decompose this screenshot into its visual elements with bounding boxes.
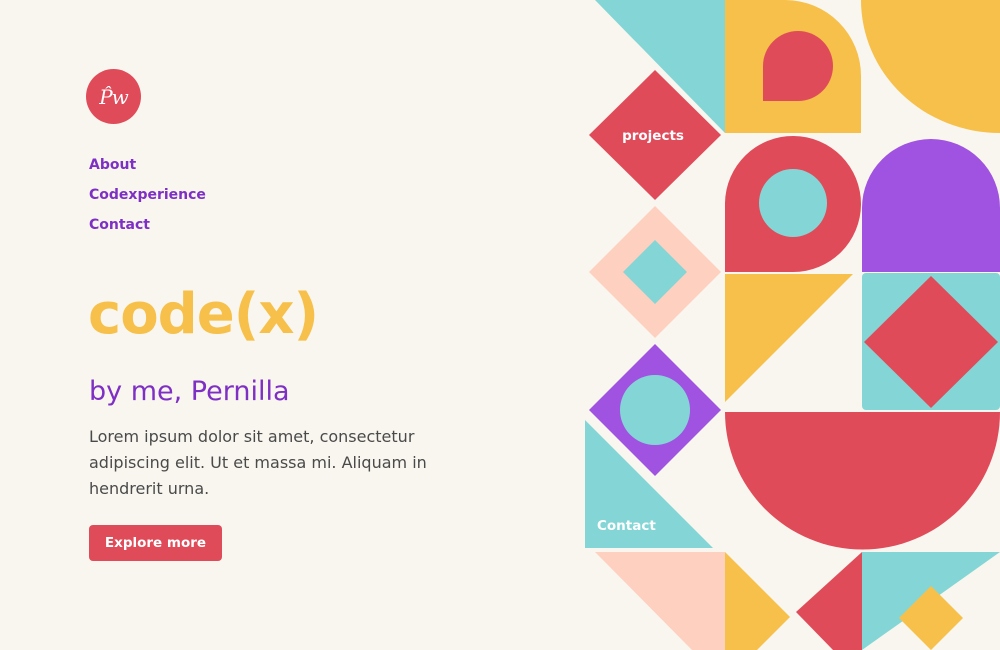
violet-arch-shape xyxy=(862,139,1000,272)
contact-label[interactable]: Contact xyxy=(597,518,656,534)
teal-circle-shape xyxy=(620,375,690,445)
red-half-circle-shape xyxy=(725,412,1000,550)
hero-description: Lorem ipsum dolor sit amet, consectetur … xyxy=(89,427,427,498)
yellow-triangle-shape xyxy=(725,274,853,402)
nav-link-codexperience[interactable]: Codexperience xyxy=(89,180,206,210)
projects-label[interactable]: projects xyxy=(622,128,684,144)
geometric-artwork: projects Contact xyxy=(585,0,1000,650)
nav-link-contact[interactable]: Contact xyxy=(89,210,206,240)
main-nav: About Codexperience Contact xyxy=(89,150,206,240)
red-triangle-shape xyxy=(796,552,862,650)
yellow-half-circle-shape xyxy=(861,0,1000,133)
hero-subtitle: by me, Pernilla xyxy=(89,376,290,407)
red-drop-shape xyxy=(763,31,833,101)
explore-more-button[interactable]: Explore more xyxy=(89,525,222,561)
hero-title: code(x) xyxy=(88,282,319,347)
logo[interactable]: P̂w xyxy=(86,69,141,124)
yellow-triangle-shape xyxy=(725,552,790,650)
peach-triangle-shape xyxy=(595,552,725,650)
teal-circle-shape xyxy=(759,169,827,237)
nav-link-about[interactable]: About xyxy=(89,150,206,180)
intro-section: P̂w About Codexperience Contact code(x) … xyxy=(0,0,585,650)
